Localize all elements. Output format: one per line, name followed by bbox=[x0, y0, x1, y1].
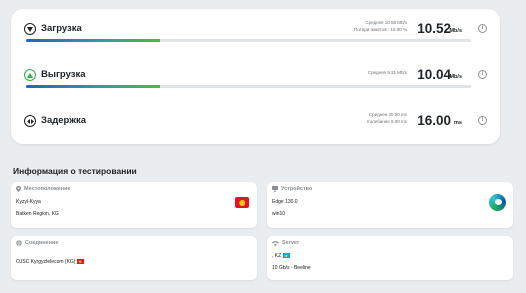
server-header: Server bbox=[272, 240, 299, 246]
upload-stats: Средняя 9.31 Mb/s bbox=[368, 70, 407, 77]
map-pin-icon bbox=[16, 186, 21, 192]
location-header: Местоположение bbox=[16, 186, 71, 192]
connection-header: Соединение bbox=[16, 240, 58, 246]
connection-isp: OJSC Kyrgyztelecom (KG) bbox=[16, 259, 76, 265]
location-city: Kyzyl-Kyya bbox=[16, 199, 41, 205]
server-card: Server , KZ 10 Gb/s - Beeline bbox=[267, 236, 513, 280]
speed-metrics-card: Загрузка Средняя 10.58 Mb/s Потери пакет… bbox=[11, 9, 500, 144]
device-card: Устройство Edge 130.0 win10 bbox=[267, 182, 513, 228]
latency-value: 16.00 bbox=[417, 113, 451, 128]
location-region: Batken Region, KG bbox=[16, 211, 59, 217]
wifi-icon bbox=[272, 240, 279, 246]
download-value: 10.52 bbox=[417, 21, 451, 36]
latency-unit: ms bbox=[454, 120, 462, 126]
latency-icon bbox=[24, 115, 36, 127]
server-country: , KZ bbox=[272, 253, 282, 259]
device-header: Устройство bbox=[272, 186, 312, 192]
connection-label: Соединение bbox=[25, 240, 59, 246]
isp-flag-icon bbox=[76, 259, 84, 265]
upload-value: 10.04 bbox=[417, 67, 451, 82]
device-browser: Edge 130.0 bbox=[272, 199, 298, 205]
download-info-icon[interactable]: i bbox=[478, 24, 487, 33]
download-stats: Средняя 10.58 Mb/s Потери пакетов : 16.9… bbox=[354, 20, 407, 33]
upload-unit: Mb/s bbox=[449, 74, 462, 80]
latency-average: Среднее 20.00 ms bbox=[368, 112, 407, 117]
location-label: Местоположение bbox=[24, 186, 71, 192]
latency-stats: Среднее 20.00 ms Колебание 9.00 ms bbox=[367, 112, 407, 125]
device-label: Устройство bbox=[281, 186, 313, 192]
upload-progress-fill bbox=[26, 85, 160, 88]
download-title: Загрузка bbox=[41, 23, 82, 34]
download-arrow-icon bbox=[24, 23, 36, 35]
kazakhstan-flag-icon bbox=[282, 253, 290, 259]
connection-isp-line: OJSC Kyrgyztelecom (KG) bbox=[16, 259, 84, 265]
server-location-line: , KZ bbox=[272, 253, 290, 259]
server-host: 10 Gb/s - Beeline bbox=[272, 265, 311, 271]
kyrgyzstan-flag-icon bbox=[235, 197, 249, 208]
server-label: Server bbox=[282, 240, 300, 246]
connection-card: Соединение OJSC Kyrgyztelecom (KG) bbox=[11, 236, 257, 280]
download-progress-bar bbox=[26, 39, 471, 42]
upload-title: Выгрузка bbox=[41, 69, 86, 80]
download-progress-fill bbox=[26, 39, 160, 42]
upload-info-icon[interactable]: i bbox=[478, 70, 487, 79]
download-unit: Mb/s bbox=[449, 28, 462, 34]
test-info-title: Информация о тестировании bbox=[13, 166, 137, 176]
upload-arrow-icon bbox=[24, 69, 36, 81]
latency-title: Задержка bbox=[41, 115, 86, 126]
device-os: win10 bbox=[272, 211, 286, 217]
upload-average: Средняя 9.31 Mb/s bbox=[367, 70, 407, 75]
edge-browser-icon bbox=[489, 194, 506, 211]
location-card: Местоположение Kyzyl-Kyya Batken Region,… bbox=[11, 182, 257, 228]
download-packet-loss: Потери пакетов : 16.90 % bbox=[354, 26, 407, 32]
monitor-icon bbox=[272, 186, 278, 192]
upload-progress-bar bbox=[26, 85, 471, 88]
globe-icon bbox=[16, 240, 22, 246]
latency-jitter: Колебание 9.00 ms bbox=[367, 118, 407, 124]
latency-info-icon[interactable]: i bbox=[478, 116, 487, 125]
